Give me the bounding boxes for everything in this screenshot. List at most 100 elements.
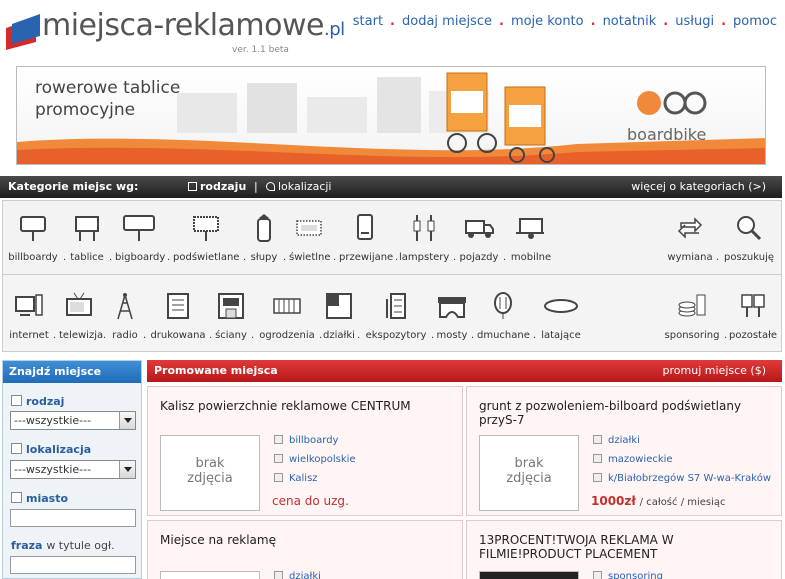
city-label: miasto — [11, 492, 68, 505]
place-icon — [274, 473, 283, 482]
mode-by-location[interactable]: lokalizacji — [266, 180, 332, 193]
billboard-icon — [20, 216, 46, 241]
mode-by-type[interactable]: rodzaju — [188, 180, 246, 193]
version-label: ver. 1.1 beta — [232, 45, 289, 55]
listing-card[interactable]: 13PROCENT!TWOJA REKLAMA W FILMIE!PRODUCT… — [466, 520, 782, 579]
nav-services[interactable]: usługi — [675, 14, 714, 29]
search-sidebar: Znajdź miejsce rodzaj ---wszystkie--- lo… — [2, 360, 142, 579]
logo-tld: .pl — [323, 19, 345, 40]
site-logo[interactable]: miejsca-reklamowe.pl ver. 1.1 beta — [6, 6, 345, 55]
category-dzialki[interactable]: działki — [323, 279, 355, 351]
nav-add-place[interactable]: dodaj miejsce — [402, 14, 492, 29]
city-icon — [11, 492, 22, 503]
listing-region[interactable]: wielkopolskie — [274, 454, 356, 465]
backlit-board-icon — [193, 216, 219, 241]
categories-panel: billboardy . tablice . bigboardy . podśw… — [2, 200, 782, 352]
promote-place-link[interactable]: promuj miejsce ($) — [663, 364, 766, 377]
listing-title[interactable]: Miejsce na reklamę — [160, 533, 450, 547]
promoted-places: Promowane miejsca promuj miejsce ($) Kal… — [147, 360, 782, 579]
category-swietlne[interactable]: świetlne — [289, 201, 331, 273]
listing-title[interactable]: grunt z pozwoleniem-bilboard podświetlan… — [479, 399, 769, 427]
category-mosty[interactable]: mosty — [435, 279, 469, 351]
listing-card[interactable]: Kalisz powierzchnie reklamowe CENTRUM br… — [147, 386, 463, 516]
fence-icon — [273, 298, 301, 314]
category-slupy[interactable]: słupy — [249, 201, 279, 273]
category-radio[interactable]: radio — [109, 279, 141, 351]
newspaper-icon — [167, 293, 189, 319]
promoted-header: Promowane miejsca promuj miejsce ($) — [147, 360, 782, 382]
category-ekspozytory[interactable]: ekspozytory — [363, 279, 429, 351]
category-mobilne[interactable]: mobilne — [509, 201, 553, 273]
location-icon — [11, 443, 22, 454]
listing-place[interactable]: Kalisz — [274, 473, 318, 484]
no-photo-placeholder: brak zdjęcia — [479, 435, 579, 511]
nav-notebook[interactable]: notatnik — [603, 14, 657, 29]
nav-start[interactable]: start — [353, 14, 383, 29]
region-icon — [274, 454, 283, 463]
tv-icon — [66, 292, 92, 316]
category-internet[interactable]: internet — [7, 279, 51, 351]
sidebar-title: Znajdź miejsce — [3, 361, 141, 383]
category-pozostale[interactable]: pozostałe — [729, 279, 777, 351]
category-poszukuje[interactable]: poszukuję — [721, 201, 777, 273]
banner-line-1: rowerowe tablice — [35, 78, 181, 98]
listing-region[interactable]: mazowieckie — [593, 454, 673, 465]
category-drukowana[interactable]: drukowana — [149, 279, 207, 351]
category-icon — [274, 571, 283, 579]
wall-icon — [218, 293, 244, 319]
category-ogrodzenia[interactable]: ogrodzenia — [259, 279, 315, 351]
bike-board-illustration — [446, 72, 555, 163]
category-billboardy[interactable]: billboardy — [7, 201, 59, 273]
category-tablice[interactable]: tablice — [69, 201, 105, 273]
phrase-label: fraza w tytule ogł. — [11, 539, 115, 552]
city-input[interactable] — [10, 509, 136, 527]
category-icon — [274, 435, 283, 444]
type-label: rodzaj — [11, 395, 64, 408]
more-about-categories-link[interactable]: więcej o kategoriach (>) — [631, 180, 766, 193]
category-telewizja[interactable]: telewizja — [59, 279, 103, 351]
category-sciany[interactable]: ściany — [213, 279, 249, 351]
category-sponsoring[interactable]: sponsoring — [663, 279, 721, 351]
listing-card[interactable]: grunt z pozwoleniem-bilboard podświetlan… — [466, 386, 782, 516]
coins-icon — [678, 294, 706, 317]
category-icon — [593, 571, 602, 579]
listing-price: cena do uzg. — [272, 494, 349, 508]
magnifier-icon — [737, 216, 762, 241]
column-icon — [257, 214, 271, 242]
listing-category[interactable]: billboardy — [274, 435, 338, 446]
chevron-down-icon — [119, 461, 135, 478]
lampster-icon — [413, 215, 435, 241]
logo-mark-icon — [6, 14, 40, 50]
nav-help[interactable]: pomoc — [733, 14, 777, 29]
scrolling-board-icon — [357, 214, 373, 240]
listing-card[interactable]: Miejsce na reklamę działki — [147, 520, 463, 579]
radio-tower-icon — [117, 293, 133, 320]
other-icon — [741, 294, 765, 317]
listing-title[interactable]: 13PROCENT!TWOJA REKLAMA W FILMIE!PRODUCT… — [479, 533, 769, 561]
phrase-input[interactable] — [10, 556, 136, 574]
category-podswietlane[interactable]: podświetlane — [173, 201, 239, 273]
trailer-icon — [516, 218, 544, 239]
type-select[interactable]: ---wszystkie--- — [10, 411, 136, 430]
bigboard-icon — [123, 215, 155, 241]
category-bigboardy[interactable]: bigboardy — [115, 201, 165, 273]
no-photo-placeholder: brak zdjęcia — [160, 435, 260, 511]
category-wymiana[interactable]: wymiana — [667, 201, 713, 273]
ad-banner[interactable]: rowerowe tablice promocyjne boardbike — [16, 66, 766, 165]
airship-icon — [544, 299, 578, 313]
listing-category[interactable]: sponsoring — [593, 571, 663, 579]
region-icon — [593, 454, 602, 463]
listing-place[interactable]: k/Białobrzegów S7 W-wa-Kraków — [593, 473, 771, 484]
category-lampstery[interactable]: lampstery — [399, 201, 449, 273]
banner-line-2: promocyjne — [35, 100, 136, 120]
location-select[interactable]: ---wszystkie--- — [10, 460, 136, 479]
category-pojazdy[interactable]: pojazdy — [459, 201, 499, 273]
category-dmuchane[interactable]: dmuchane — [477, 279, 530, 351]
category-latajace[interactable]: latające — [539, 279, 583, 351]
grid-icon — [188, 182, 197, 191]
nav-my-account[interactable]: moje konto — [511, 14, 584, 29]
listing-category[interactable]: działki — [274, 571, 321, 579]
listing-category[interactable]: działki — [593, 435, 640, 446]
category-przewijane[interactable]: przewijane — [339, 201, 393, 273]
listing-title[interactable]: Kalisz powierzchnie reklamowe CENTRUM — [160, 399, 450, 413]
